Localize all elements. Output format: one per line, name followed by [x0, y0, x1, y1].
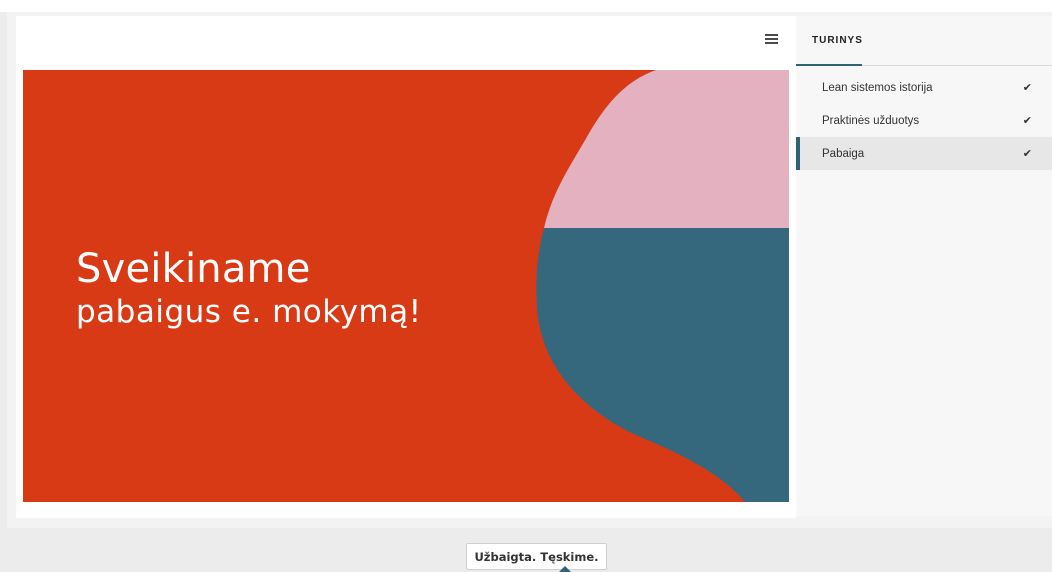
table-of-contents: TURINYS Lean sistemos istorija ✔ Praktin… — [796, 16, 1052, 516]
slide-subheading: pabaigus e. mokymą! — [76, 294, 422, 330]
hamburger-menu-icon[interactable] — [764, 31, 780, 47]
toc-title: TURINYS — [812, 35, 863, 46]
toc-title-underline — [796, 64, 862, 66]
checkmark-icon: ✔ — [1022, 148, 1032, 160]
toc-list: Lean sistemos istorija ✔ Praktinės užduo… — [796, 71, 1052, 170]
toc-item-label: Pabaiga — [822, 147, 865, 160]
caret-up-icon — [559, 566, 571, 572]
pink-blob-shape — [544, 70, 789, 228]
toc-item-praktines-uzduotys[interactable]: Praktinės užduotys ✔ — [796, 104, 1052, 137]
top-strip — [0, 0, 1052, 12]
continue-button[interactable]: Užbaigta. Tęskime. — [466, 543, 607, 570]
teal-blob-shape — [536, 228, 789, 502]
slide-canvas: Sveikiname pabaigus e. mokymą! — [23, 70, 789, 502]
toc-item-label: Praktinės užduotys — [822, 114, 920, 127]
checkmark-icon: ✔ — [1022, 115, 1032, 127]
toc-header: TURINYS — [796, 16, 1052, 66]
toc-item-lean-sistemos-istorija[interactable]: Lean sistemos istorija ✔ — [796, 71, 1052, 104]
checkmark-icon: ✔ — [1022, 82, 1032, 94]
slide-heading: Sveikiname — [76, 246, 311, 292]
toc-item-label: Lean sistemos istorija — [822, 81, 933, 94]
toc-item-pabaiga[interactable]: Pabaiga ✔ — [796, 137, 1052, 170]
